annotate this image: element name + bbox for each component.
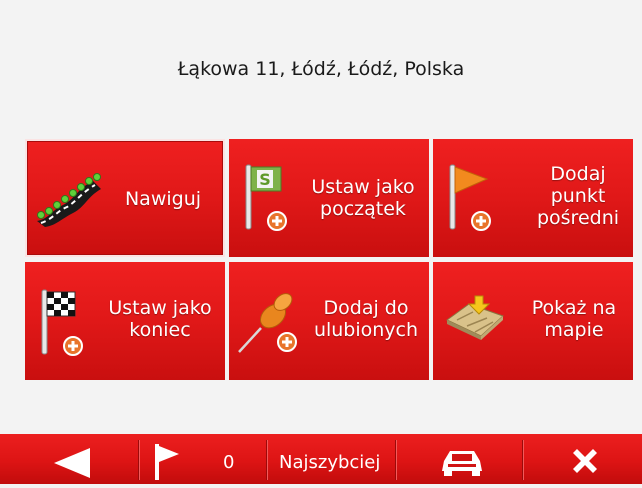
add-to-favorites-button[interactable]: Dodaj do ulubionych <box>229 262 429 380</box>
back-button[interactable] <box>0 434 138 484</box>
svg-text:S: S <box>259 170 271 189</box>
flag-icon <box>153 442 181 486</box>
finish-flag-icon <box>39 288 89 362</box>
route-mode-button[interactable]: Najszybciej <box>267 434 395 484</box>
car-icon <box>440 447 484 481</box>
pushpin-icon <box>235 288 301 362</box>
road-navigate-icon <box>35 171 103 231</box>
set-as-end-button[interactable]: Ustaw jako koniec <box>25 262 225 380</box>
set-as-end-label: Ustaw jako koniec <box>108 297 212 341</box>
back-arrow-icon <box>52 446 92 484</box>
add-waypoint-button[interactable]: Dodaj punkt pośredni <box>433 139 633 257</box>
waypoints-button[interactable]: 0 <box>139 434 266 484</box>
bottom-toolbar: 0 Najszybciej <box>0 434 642 484</box>
set-as-start-button[interactable]: S Ustaw jako początek <box>229 139 429 257</box>
map-icon <box>443 292 507 352</box>
add-to-favorites-label: Dodaj do ulubionych <box>313 297 419 341</box>
set-as-start-label: Ustaw jako początek <box>311 176 415 220</box>
vehicle-button[interactable] <box>396 434 522 484</box>
navigate-label: Nawiguj <box>124 188 202 210</box>
navigate-button[interactable]: Nawiguj <box>25 139 225 257</box>
start-flag-icon: S <box>243 163 293 237</box>
route-mode-label: Najszybciej <box>279 452 381 473</box>
show-on-map-button[interactable]: Pokaż na mapie <box>433 262 633 380</box>
waypoints-count: 0 <box>223 452 235 473</box>
show-on-map-label: Pokaż na mapie <box>531 297 617 341</box>
close-icon <box>569 445 601 481</box>
add-waypoint-label: Dodaj punkt pośredni <box>536 163 620 229</box>
close-button[interactable] <box>523 434 642 484</box>
waypoint-flag-icon <box>447 163 497 237</box>
action-grid: Nawiguj S Ustaw jako początek Dodaj punk… <box>0 0 642 484</box>
